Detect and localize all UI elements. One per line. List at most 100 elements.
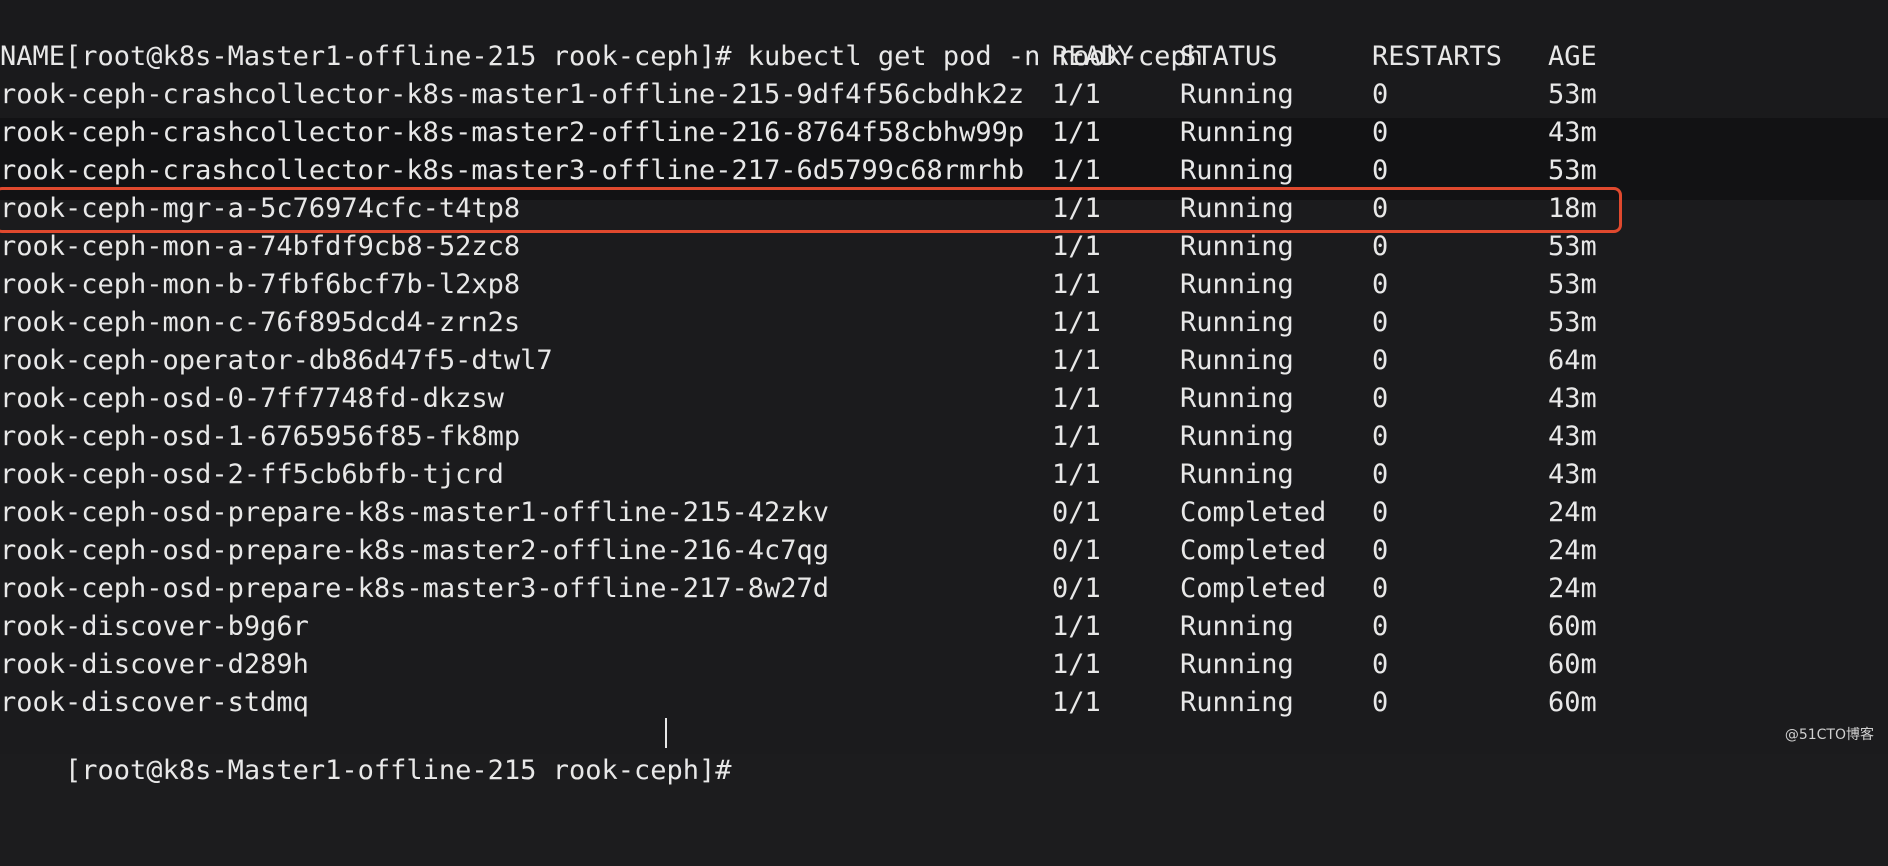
header-ready: READY — [1052, 41, 1134, 72]
pod-name: rook-ceph-crashcollector-k8s-master3-off… — [0, 155, 1025, 186]
highlight-box — [0, 187, 1622, 233]
pod-age: 53m — [1548, 269, 1597, 300]
pod-row: rook-ceph-osd-1-6765956f85-fk8mp 1/1 Runni… — [0, 418, 1888, 456]
pod-name: rook-ceph-mon-b-7fbf6bcf7b-l2xp8 — [0, 269, 521, 300]
pod-row: rook-ceph-operator-db86d47f5-dtwl7 1/1 Run… — [0, 342, 1888, 380]
header-age: AGE — [1548, 41, 1597, 72]
pod-age: 64m — [1548, 345, 1597, 376]
pod-name: rook-discover-b9g6r — [0, 611, 309, 642]
pod-age: 43m — [1548, 459, 1597, 490]
pod-ready: 1/1 — [1052, 155, 1101, 186]
pod-age: 24m — [1548, 497, 1597, 528]
pod-ready: 1/1 — [1052, 459, 1101, 490]
pod-name: rook-ceph-operator-db86d47f5-dtwl7 — [0, 345, 553, 376]
pod-ready: 1/1 — [1052, 79, 1101, 110]
pod-restarts: 0 — [1372, 307, 1389, 338]
pod-row: rook-ceph-osd-0-7ff7748fd-dkzsw 1/1 Runnin… — [0, 380, 1888, 418]
pod-restarts: 0 — [1372, 231, 1389, 262]
pod-status: Running — [1180, 155, 1294, 186]
pod-row: rook-ceph-mon-b-7fbf6bcf7b-l2xp8 1/1 Runni… — [0, 266, 1888, 304]
header-restarts: RESTARTS — [1372, 41, 1503, 72]
pod-age: 53m — [1548, 79, 1597, 110]
pod-status: Running — [1180, 345, 1294, 376]
pod-ready: 1/1 — [1052, 421, 1101, 452]
header-name: NAME — [0, 41, 66, 72]
pod-ready: 1/1 — [1052, 269, 1101, 300]
pod-restarts: 0 — [1372, 269, 1389, 300]
pod-ready: 0/1 — [1052, 535, 1101, 566]
pod-status: Running — [1180, 269, 1294, 300]
pod-ready: 0/1 — [1052, 497, 1101, 528]
final-prompt: [root@k8s-Master1-offline-215 rook-ceph]… — [65, 755, 732, 786]
pod-name: rook-ceph-osd-2-ff5cb6bfb-tjcrd — [0, 459, 504, 490]
pod-ready: 1/1 — [1052, 117, 1101, 148]
final-prompt-line[interactable]: [root@k8s-Master1-offline-215 rook-ceph]… — [0, 714, 1888, 786]
pod-age: 53m — [1548, 307, 1597, 338]
pod-age: 53m — [1548, 155, 1597, 186]
pod-age: 24m — [1548, 573, 1597, 604]
pod-status: Running — [1180, 383, 1294, 414]
pod-age: 43m — [1548, 383, 1597, 414]
pod-row: rook-discover-b9g6r 1/1 Running 0 60m — [0, 608, 1888, 646]
pod-ready: 1/1 — [1052, 611, 1101, 642]
pod-restarts: 0 — [1372, 573, 1389, 604]
pod-age: 60m — [1548, 611, 1597, 642]
terminal-window[interactable]: [root@k8s-Master1-offline-215 rook-ceph]… — [0, 0, 1888, 786]
pod-restarts: 0 — [1372, 383, 1389, 414]
pod-row: rook-ceph-mon-a-74bfdf9cb8-52zc8 1/1 Runni… — [0, 228, 1888, 266]
pod-row: rook-ceph-crashcollector-k8s-master2-off… — [0, 114, 1888, 152]
pod-row: rook-ceph-osd-prepare-k8s-master3-offlin… — [0, 570, 1888, 608]
pod-restarts: 0 — [1372, 611, 1389, 642]
pod-row: rook-discover-d289h 1/1 Running 0 60m — [0, 646, 1888, 684]
pod-status: Running — [1180, 611, 1294, 642]
pod-row: rook-ceph-osd-2-ff5cb6bfb-tjcrd 1/1 Runnin… — [0, 456, 1888, 494]
pod-status: Completed — [1180, 573, 1327, 604]
pod-row: rook-ceph-crashcollector-k8s-master3-off… — [0, 152, 1888, 190]
pod-restarts: 0 — [1372, 79, 1389, 110]
pod-name: rook-ceph-osd-prepare-k8s-master3-offlin… — [0, 573, 830, 604]
header-status: STATUS — [1180, 41, 1278, 72]
pod-status: Running — [1180, 79, 1294, 110]
pod-restarts: 0 — [1372, 155, 1389, 186]
pod-age: 24m — [1548, 535, 1597, 566]
pod-restarts: 0 — [1372, 459, 1389, 490]
pod-status: Running — [1180, 421, 1294, 452]
pod-name: rook-ceph-osd-prepare-k8s-master1-offlin… — [0, 497, 830, 528]
pod-age: 60m — [1548, 649, 1597, 680]
pod-restarts: 0 — [1372, 497, 1389, 528]
pod-name: rook-ceph-mon-c-76f895dcd4-zrn2s — [0, 307, 521, 338]
pod-restarts: 0 — [1372, 345, 1389, 376]
pod-name: rook-discover-d289h — [0, 649, 309, 680]
pod-status: Running — [1180, 307, 1294, 338]
pod-restarts: 0 — [1372, 535, 1389, 566]
pod-restarts: 0 — [1372, 117, 1389, 148]
pod-restarts: 0 — [1372, 649, 1389, 680]
watermark: @51CTO博客 — [1784, 727, 1874, 743]
pod-age: 43m — [1548, 421, 1597, 452]
pod-status: Running — [1180, 459, 1294, 490]
pod-row: rook-ceph-mon-c-76f895dcd4-zrn2s 1/1 Runni… — [0, 304, 1888, 342]
pod-ready: 1/1 — [1052, 307, 1101, 338]
pod-row: rook-ceph-osd-prepare-k8s-master2-offlin… — [0, 532, 1888, 570]
pod-status: Running — [1180, 649, 1294, 680]
pod-restarts: 0 — [1372, 421, 1389, 452]
pod-age: 43m — [1548, 117, 1597, 148]
table-header: NAME READY STATUS RESTARTS AGE — [0, 38, 1888, 76]
text-cursor — [665, 718, 667, 748]
pod-ready: 1/1 — [1052, 231, 1101, 262]
pod-status: Running — [1180, 117, 1294, 148]
pod-ready: 0/1 — [1052, 573, 1101, 604]
pod-name: rook-ceph-osd-0-7ff7748fd-dkzsw — [0, 383, 504, 414]
pod-name: rook-ceph-mon-a-74bfdf9cb8-52zc8 — [0, 231, 521, 262]
pod-ready: 1/1 — [1052, 383, 1101, 414]
pod-name: rook-ceph-osd-prepare-k8s-master2-offlin… — [0, 535, 830, 566]
pod-status: Completed — [1180, 497, 1327, 528]
pod-age: 53m — [1548, 231, 1597, 262]
pod-row: rook-ceph-crashcollector-k8s-master1-off… — [0, 76, 1888, 114]
pod-ready: 1/1 — [1052, 345, 1101, 376]
pod-row: rook-ceph-osd-prepare-k8s-master1-offlin… — [0, 494, 1888, 532]
pod-ready: 1/1 — [1052, 649, 1101, 680]
pod-name: rook-ceph-crashcollector-k8s-master1-off… — [0, 79, 1025, 110]
command-line: [root@k8s-Master1-offline-215 rook-ceph]… — [0, 0, 1203, 72]
pod-name: rook-ceph-osd-1-6765956f85-fk8mp — [0, 421, 521, 452]
